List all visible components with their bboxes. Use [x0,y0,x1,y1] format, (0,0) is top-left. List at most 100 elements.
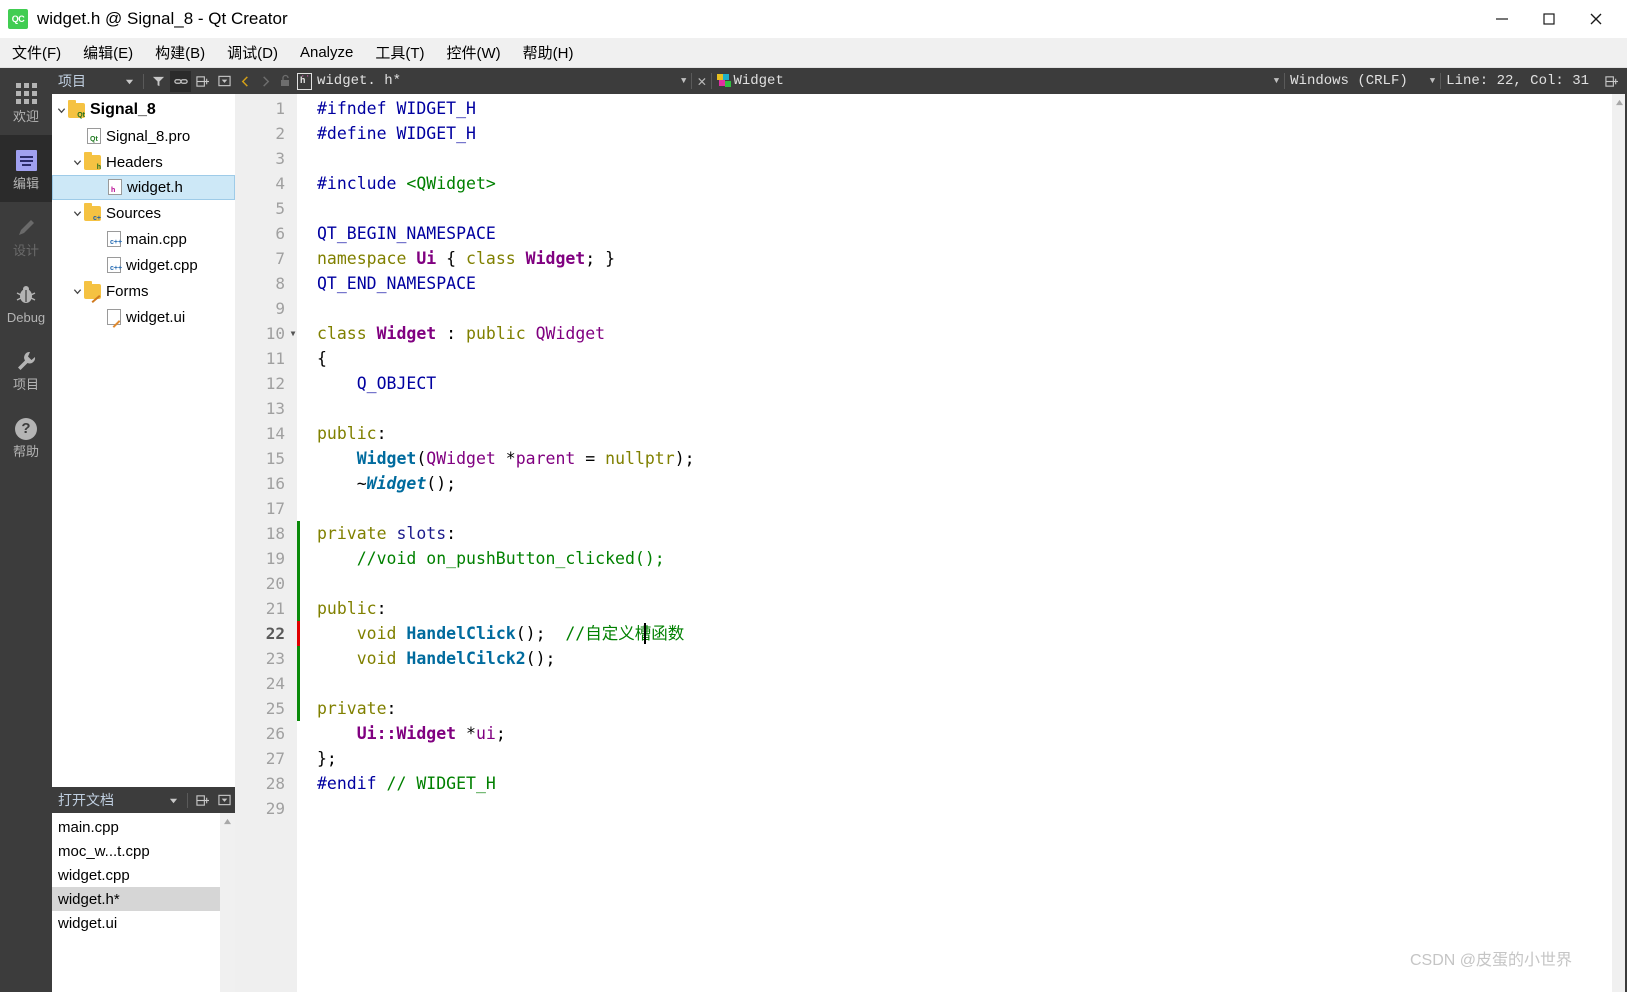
close-panel-icon[interactable] [214,790,235,811]
close-document-icon[interactable]: ✕ [697,72,706,91]
encoding-label[interactable]: Windows (CRLF) [1290,73,1408,89]
minimize-button[interactable] [1478,0,1525,38]
divider [691,73,693,89]
open-documents-list[interactable]: main.cpp moc_w...t.cpp widget.cpp widget.h*… [52,813,235,992]
tree-item-Sources[interactable]: c+ Sources [52,200,235,226]
code-line-text: public: [317,599,387,618]
code-line: 22 void HandelClick(); //自定义槽函数 [235,621,1612,646]
menu-item-0[interactable]: 文件(F) [2,39,71,66]
menu-item-6[interactable]: 控件(W) [437,39,511,66]
scroll-up-arrow-icon[interactable] [220,813,235,829]
code-line: 18 private slots: [235,521,1612,546]
tree-item-Signal_8.pro[interactable]: Qt Signal_8.pro [52,123,235,149]
code-line-text: QT_END_NAMESPACE [317,274,476,293]
code-line: 6 QT_BEGIN_NAMESPACE [235,221,1612,246]
code-line-text: private slots: [317,524,457,543]
open-document-item[interactable]: main.cpp [52,815,235,839]
file-dropdown-chevron-icon[interactable]: ▼ [681,76,686,86]
symbol-selector-label[interactable]: Widget [733,73,783,89]
open-document-label: widget.ui [58,914,118,932]
split-icon[interactable] [192,71,213,92]
navigate-forward-icon[interactable] [255,70,275,92]
line-number: 13 [265,399,285,418]
tree-item-Signal_8[interactable]: Qt Signal_8 [52,97,235,123]
open-documents-chevron-icon[interactable] [163,790,184,811]
code-line: 11 { [235,346,1612,371]
open-document-label: moc_w...t.cpp [58,842,150,860]
tree-item-Headers[interactable]: h Headers [52,149,235,175]
open-documents-panel: 打开文档 main.cpp moc_w...t.cpp widget.cpp w… [52,787,235,992]
tree-item-widget.cpp[interactable]: c++ widget.cpp [52,252,235,278]
tree-item-label: widget.cpp [126,256,198,274]
close-button[interactable] [1572,0,1619,38]
navigate-back-icon[interactable] [235,70,255,92]
open-document-item[interactable]: widget.h* [52,887,235,911]
tree-item-Forms[interactable]: Forms [52,278,235,304]
open-document-label: widget.cpp [58,866,130,884]
encoding-dropdown-chevron-icon[interactable]: ▼ [1430,76,1435,86]
lock-icon[interactable] [275,70,295,92]
code-line: 10 ▼ class Widget : public QWidget [235,321,1612,346]
mode-欢迎[interactable]: 欢迎 [0,68,52,135]
line-number: 25 [265,699,285,718]
project-tree[interactable]: Qt Signal_8 Qt Signal_8.pro h Headers h widget.… [52,94,235,787]
code-line-text: #ifndef WIDGET_H [317,99,476,118]
line-number: 2 [275,124,285,143]
code-line-text: public: [317,424,387,443]
line-number: 14 [265,424,285,443]
split-editor-icon[interactable] [1601,70,1621,92]
open-document-item[interactable]: moc_w...t.cpp [52,839,235,863]
open-document-item[interactable]: widget.ui [52,911,235,935]
mode-帮助[interactable]: ? 帮助 [0,403,52,470]
code-line: 25 private: [235,696,1612,721]
menu-item-1[interactable]: 编辑(E) [73,39,143,66]
open-document-item[interactable]: widget.cpp [52,863,235,887]
code-line: 27}; [235,746,1612,771]
code-text-area[interactable]: 1 #ifndef WIDGET_H 2 #define WIDGET_H 3 4 #inc… [235,94,1612,992]
chevron-down-icon[interactable] [70,200,84,226]
mode-编辑[interactable]: 编辑 [0,135,52,202]
editor-file-name: widget. h* [317,73,402,89]
fold-toggle-icon[interactable]: ▼ [287,321,299,346]
maximize-button[interactable] [1525,0,1572,38]
tree-item-widget.h[interactable]: h widget.h [52,175,235,200]
symbol-dropdown-chevron-icon[interactable]: ▼ [1274,76,1279,86]
line-number: 23 [265,649,285,668]
filter-icon[interactable] [148,71,169,92]
code-line-text: #define WIDGET_H [317,124,476,143]
grid-icon [15,81,37,107]
menu-item-5[interactable]: 工具(T) [365,39,434,66]
mode-项目[interactable]: 项目 [0,336,52,403]
code-line-text: QT_BEGIN_NAMESPACE [317,224,496,243]
code-line-text: { [317,349,327,368]
mode-selector-bar: 欢迎 编辑 设计 Debug 项目? 帮助 [0,68,52,992]
window-title: widget.h @ Signal_8 - Qt Creator [37,9,288,28]
menu-item-4[interactable]: Analyze [290,41,363,64]
mode-label: Debug [6,309,46,325]
open-documents-scrollbar[interactable] [220,813,235,992]
line-number: 22 [265,624,285,643]
code-editor[interactable]: 1 #ifndef WIDGET_H 2 #define WIDGET_H 3 4 #inc… [235,94,1612,992]
split-icon[interactable] [192,790,213,811]
chevron-down-icon[interactable] [70,278,84,304]
code-line: 7 namespace Ui { class Widget; } [235,246,1612,271]
tree-item-main.cpp[interactable]: c++ main.cpp [52,226,235,252]
menu-item-3[interactable]: 调试(D) [217,39,288,66]
tree-item-widget.ui[interactable]: widget.ui [52,304,235,330]
file-cpp-icon: c++ [104,256,122,273]
project-filter-chevron-icon[interactable] [119,71,140,92]
link-icon[interactable] [170,70,191,92]
open-document-label: main.cpp [58,818,119,836]
code-line: 26 Ui::Widget *ui; [235,721,1612,746]
file-pro-icon: Qt [84,127,101,144]
chevron-down-icon[interactable] [54,97,68,123]
close-panel-icon[interactable] [214,71,235,92]
chevron-down-icon[interactable] [70,149,84,175]
folder-ui-icon [84,280,101,303]
code-line-text: #include <QWidget> [317,174,496,193]
menu-item-7[interactable]: 帮助(H) [513,39,584,66]
mode-Debug[interactable]: Debug [0,269,52,336]
menu-item-2[interactable]: 构建(B) [145,39,215,66]
